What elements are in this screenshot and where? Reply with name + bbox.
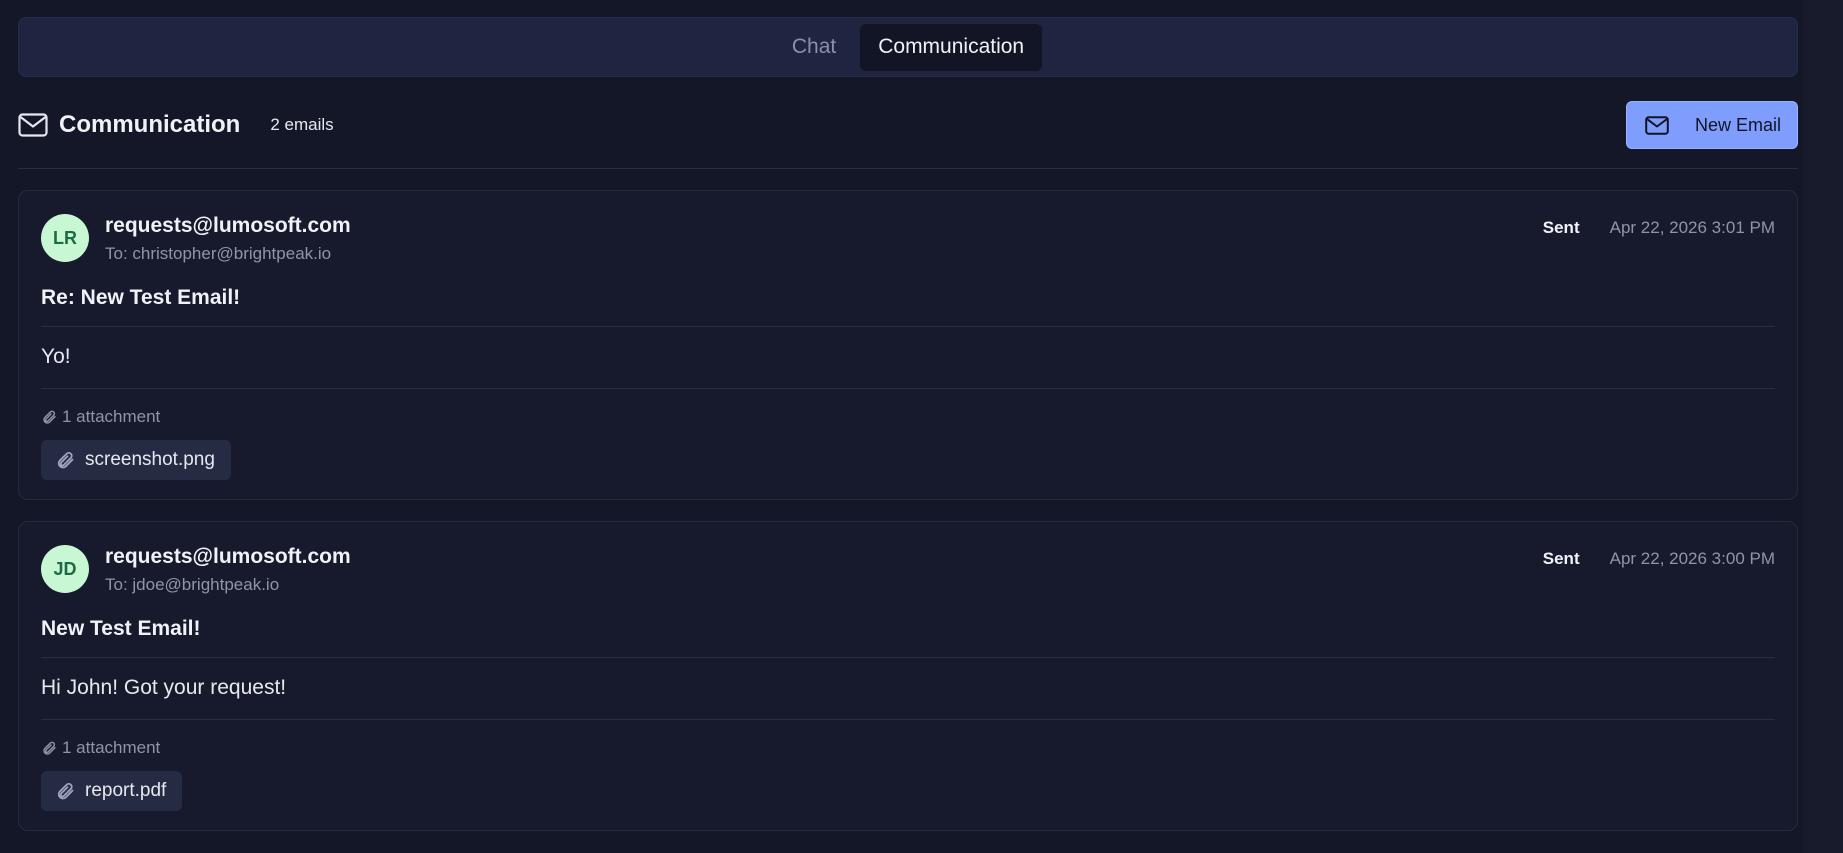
attachment-filename: report.pdf bbox=[85, 780, 167, 801]
email-card[interactable]: LR requests@lumosoft.com To: christopher… bbox=[18, 190, 1798, 500]
attachment-filename: screenshot.png bbox=[85, 449, 215, 470]
email-card[interactable]: JD requests@lumosoft.com To: jdoe@bright… bbox=[18, 521, 1798, 831]
scrollbar-track[interactable] bbox=[1803, 0, 1843, 853]
new-email-button[interactable]: New Email bbox=[1626, 101, 1798, 149]
email-subject: Re: New Test Email! bbox=[41, 286, 241, 309]
mail-icon bbox=[1645, 115, 1669, 135]
paperclip-icon bbox=[55, 450, 75, 470]
divider bbox=[18, 168, 1798, 169]
divider bbox=[41, 326, 1775, 327]
email-sender: requests@lumosoft.com bbox=[105, 545, 351, 568]
paperclip-icon bbox=[41, 740, 57, 756]
tab-chat[interactable]: Chat bbox=[774, 24, 854, 71]
status-badge: Sent bbox=[1542, 549, 1580, 568]
email-recipient: To: jdoe@brightpeak.io bbox=[105, 575, 280, 594]
email-date: Apr 22, 2026 3:00 PM bbox=[1609, 549, 1775, 568]
attachment-count-label: 1 attachment bbox=[62, 738, 161, 757]
avatar: LR bbox=[41, 214, 89, 262]
email-subject: New Test Email! bbox=[41, 617, 201, 640]
avatar: JD bbox=[41, 545, 89, 593]
page-title: Communication bbox=[59, 111, 241, 138]
paperclip-icon bbox=[55, 781, 75, 801]
page: Chat Communication Communication 2 email… bbox=[0, 0, 1843, 853]
divider bbox=[41, 719, 1775, 720]
communication-header: Communication 2 emails New Email bbox=[18, 101, 1798, 149]
attachment-count: 1 attachment bbox=[41, 738, 160, 758]
divider bbox=[41, 657, 1775, 658]
email-count: 2 emails bbox=[270, 115, 334, 134]
email-meta: Sent Apr 22, 2026 3:00 PM bbox=[1543, 549, 1775, 569]
status-badge: Sent bbox=[1542, 218, 1580, 237]
email-recipient: To: christopher@brightpeak.io bbox=[105, 244, 332, 263]
attachment-count: 1 attachment bbox=[41, 407, 160, 427]
paperclip-icon bbox=[41, 409, 57, 425]
email-meta: Sent Apr 22, 2026 3:01 PM bbox=[1543, 218, 1775, 238]
new-email-label: New Email bbox=[1695, 114, 1782, 135]
attachment-chip[interactable]: screenshot.png bbox=[41, 440, 231, 480]
email-body: Hi John! Got your request! bbox=[41, 676, 287, 699]
attachment-count-label: 1 attachment bbox=[62, 407, 161, 426]
tab-communication[interactable]: Communication bbox=[860, 23, 1043, 71]
tab-bar: Chat Communication bbox=[18, 17, 1798, 77]
email-body: Yo! bbox=[41, 345, 71, 368]
divider bbox=[41, 388, 1775, 389]
mail-icon bbox=[18, 112, 48, 138]
email-date: Apr 22, 2026 3:01 PM bbox=[1609, 218, 1775, 237]
email-sender: requests@lumosoft.com bbox=[105, 214, 351, 237]
attachment-chip[interactable]: report.pdf bbox=[41, 771, 183, 811]
